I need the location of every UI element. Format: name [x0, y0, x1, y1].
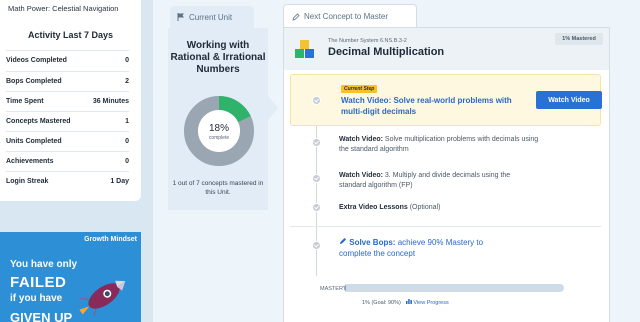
concept-header: The Number System 6.NS.B.3-2 Decimal Mul… — [284, 28, 609, 70]
banner-line-4: GIVEN UP — [10, 310, 73, 322]
stat-label: Videos Completed — [6, 57, 67, 64]
mastery-info: 1% (Goal: 90%) View Progress — [362, 299, 449, 306]
flag-icon — [177, 13, 184, 21]
bops-prefix: Solve Bops: — [349, 238, 396, 247]
current-step-tag: Current Step — [341, 85, 378, 93]
concept-standard: The Number System 6.NS.B.3-2 — [328, 38, 407, 44]
stat-row-bops: Bops Completed 2 — [6, 71, 129, 91]
page-right-edge — [618, 0, 640, 322]
step-video-2[interactable]: Watch Video: 3. Multiply and divide deci… — [339, 171, 539, 191]
stat-row-videos: Videos Completed 0 — [6, 50, 129, 70]
unit-summary: 1 out of 7 concepts mastered in this Uni… — [172, 180, 264, 196]
banner-line-1: You have only — [10, 259, 78, 270]
stat-value: 2 — [125, 78, 129, 85]
watch-video-button[interactable]: Watch Video — [536, 91, 602, 109]
donut-percent: 18% — [209, 123, 229, 134]
activity-panel: Math Power: Celestial Navigation Activit… — [0, 0, 141, 201]
banner-line-2: FAILED — [10, 274, 67, 291]
banner-line-3: if you have — [10, 293, 63, 304]
banner-tag: Growth Mindset — [84, 236, 137, 243]
stat-value: 0 — [125, 158, 129, 165]
mastery-progress-fill — [344, 284, 347, 292]
current-unit-tab-label: Current Unit — [189, 12, 233, 22]
stat-row-concepts: Concepts Mastered 1 — [6, 111, 129, 131]
current-step-title[interactable]: Watch Video: Solve real-world problems w… — [341, 95, 531, 117]
unit-title: Working with Rational & Irrational Numbe… — [170, 40, 266, 75]
donut-percent-label: complete — [209, 135, 230, 141]
mastery-goal-text: 1% (Goal: 90%) — [362, 299, 401, 306]
next-concept-tab-label: Next Concept to Master — [304, 12, 389, 21]
stat-label: Achievements — [6, 158, 54, 165]
step-node-icon — [312, 203, 321, 212]
step-node-icon — [312, 138, 321, 147]
stat-label: Login Streak — [6, 178, 49, 185]
mastery-badge: 1% Mastered — [555, 33, 603, 45]
next-concept-tab[interactable]: Next Concept to Master — [283, 4, 417, 28]
mastery-progress-bar — [344, 284, 564, 292]
stat-row-units: Units Completed 0 — [6, 131, 129, 151]
stat-value: 1 — [125, 118, 129, 125]
activity-title: Activity Last 7 Days — [27, 30, 114, 40]
pencil-icon — [340, 238, 346, 244]
stat-value: 0 — [125, 138, 129, 145]
rocket-icon — [76, 280, 126, 316]
step-prefix: Extra Video Lessons — [339, 204, 408, 211]
step-text: (Optional) — [409, 204, 441, 211]
step-node-icon — [312, 241, 321, 250]
step-video-1[interactable]: Watch Video: Solve multiplication proble… — [339, 135, 539, 155]
stat-label: Concepts Mastered — [6, 118, 71, 125]
view-progress-link[interactable]: View Progress — [405, 299, 449, 306]
steps-divider — [290, 226, 601, 227]
solve-bops-step[interactable]: Solve Bops: achieve 90% Mastery to compl… — [339, 237, 509, 259]
current-unit-tab[interactable]: Current Unit — [170, 6, 254, 28]
unit-progress-donut: 18% complete — [184, 96, 254, 166]
stat-row-streak: Login Streak 1 Day — [6, 171, 129, 191]
view-progress-label: View Progress — [413, 300, 449, 306]
step-node-icon — [312, 174, 321, 183]
growth-mindset-banner[interactable]: Growth Mindset You have only FAILED if y… — [0, 232, 141, 322]
concept-cubes-icon — [295, 40, 314, 58]
stat-value: 36 Minutes — [92, 98, 129, 105]
stat-row-achievements: Achievements 0 — [6, 151, 129, 171]
current-unit-card[interactable]: Working with Rational & Irrational Numbe… — [168, 28, 268, 210]
stat-label: Units Completed — [6, 138, 62, 145]
pencil-icon — [292, 12, 300, 21]
step-node-icon — [312, 96, 321, 105]
step-extra-videos[interactable]: Extra Video Lessons (Optional) — [339, 203, 539, 213]
unit-pointer-arrow — [268, 96, 278, 120]
stat-row-time: Time Spent 36 Minutes — [6, 91, 129, 111]
current-step: Current Step Watch Video: Solve real-wor… — [290, 74, 602, 126]
stat-label: Bops Completed — [6, 78, 62, 85]
stat-value: 0 — [125, 57, 129, 64]
next-concept-card: The Number System 6.NS.B.3-2 Decimal Mul… — [283, 27, 610, 322]
concept-steps: Current Step Watch Video: Solve real-wor… — [284, 70, 609, 322]
bar-chart-icon — [405, 299, 412, 304]
course-breadcrumb[interactable]: Math Power: Celestial Navigation — [8, 4, 118, 13]
concept-name: Decimal Multiplication — [328, 46, 445, 58]
step-prefix: Watch Video: — [339, 136, 383, 143]
stat-value: 1 Day — [110, 178, 129, 185]
stat-label: Time Spent — [6, 98, 44, 105]
step-prefix: Watch Video: — [339, 172, 383, 179]
